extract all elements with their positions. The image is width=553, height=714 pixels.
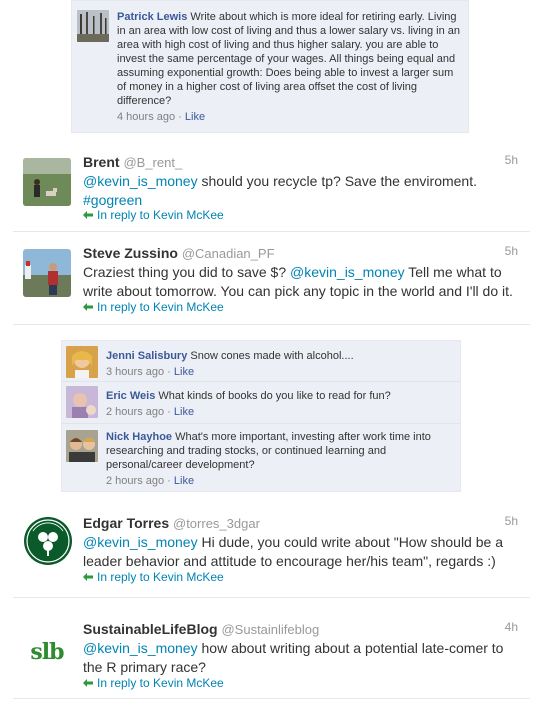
in-reply-to-label: In reply to Kevin McKee xyxy=(97,676,224,690)
tweet-header: Edgar Torres @torres_3dgar xyxy=(83,514,260,533)
avatar[interactable] xyxy=(66,430,98,462)
tweet: Brent @B_rent_ 5h @kevin_is_money should… xyxy=(0,153,530,231)
tweet-text: @kevin_is_money should you recycle tp? S… xyxy=(83,172,523,210)
avatar[interactable] xyxy=(66,386,98,418)
commenter-name[interactable]: Eric Weis xyxy=(106,390,155,402)
tweet-divider xyxy=(13,597,530,598)
tweet-author-handle[interactable]: @B_rent_ xyxy=(123,155,182,170)
comment-time: 2 hours ago xyxy=(106,475,165,487)
fb-comment-box-top: Patrick Lewis Write about which is more … xyxy=(71,0,469,133)
avatar[interactable] xyxy=(77,10,109,42)
tweet-divider xyxy=(13,324,530,325)
comment-meta: 2 hours ago · Like xyxy=(106,474,456,488)
tweet-time[interactable]: 4h xyxy=(505,620,518,634)
commenter-name[interactable]: Patrick Lewis xyxy=(117,11,187,23)
tweet-divider xyxy=(13,698,530,699)
comment-text: Write about which is more ideal for reti… xyxy=(117,11,461,107)
tweet-author-handle[interactable]: @torres_3dgar xyxy=(173,516,260,531)
in-reply-to-label: In reply to Kevin McKee xyxy=(97,300,224,314)
slb-logo: slb xyxy=(30,639,64,665)
tweet-header: Brent @B_rent_ xyxy=(83,153,182,172)
fb-comment-body: Nick Hayhoe What's more important, inves… xyxy=(106,430,456,488)
fb-comment-body: Eric Weis What kinds of books do you lik… xyxy=(106,386,456,419)
fb-comment: Patrick Lewis Write about which is more … xyxy=(77,10,465,124)
comment-meta: 4 hours ago · Like xyxy=(117,110,465,124)
tweet-header: Steve Zussino @Canadian_PF xyxy=(83,244,275,263)
fb-comment: Jenni Salisbury Snow cones made with alc… xyxy=(66,346,456,380)
comment-text: Snow cones made with alcohol.... xyxy=(190,350,354,362)
comment-separator xyxy=(62,381,460,382)
tweet-author-name[interactable]: Edgar Torres xyxy=(83,515,169,531)
comment-meta: 2 hours ago · Like xyxy=(106,405,456,419)
tweet-author-handle[interactable]: @Sustainlifeblog xyxy=(221,622,319,637)
tweet-text: Craziest thing you did to save $? @kevin… xyxy=(83,263,523,301)
like-link[interactable]: Like xyxy=(185,111,205,123)
comment-time: 2 hours ago xyxy=(106,406,165,418)
like-link[interactable]: Like xyxy=(174,366,194,378)
tweet-body-start: Craziest thing you did to save $? xyxy=(83,264,291,280)
tweet-author-name[interactable]: SustainableLifeBlog xyxy=(83,621,218,637)
commenter-name[interactable]: Nick Hayhoe xyxy=(106,431,172,443)
reply-arrow-icon xyxy=(83,573,93,581)
fb-comment: Eric Weis What kinds of books do you lik… xyxy=(66,386,456,420)
tweet-text: @kevin_is_money Hi dude, you could write… xyxy=(83,533,523,571)
mention-link[interactable]: @kevin_is_money xyxy=(83,173,198,189)
in-reply-to-label: In reply to Kevin McKee xyxy=(97,570,224,584)
tweet-divider xyxy=(13,231,530,232)
fb-comment-body: Jenni Salisbury Snow cones made with alc… xyxy=(106,346,456,379)
avatar[interactable] xyxy=(66,346,98,378)
tweet: Edgar Torres @torres_3dgar 5h @kevin_is_… xyxy=(0,514,530,592)
tweet-time[interactable]: 5h xyxy=(505,514,518,528)
reply-arrow-icon xyxy=(83,211,93,219)
tweet-author-name[interactable]: Brent xyxy=(83,154,120,170)
tweet-text: @kevin_is_money how about writing about … xyxy=(83,639,523,677)
tweet-body: should you recycle tp? Save the envirome… xyxy=(197,173,477,189)
reply-arrow-icon xyxy=(83,679,93,687)
reply-arrow-icon xyxy=(83,303,93,311)
comment-separator xyxy=(62,423,460,424)
mention-link[interactable]: @kevin_is_money xyxy=(83,640,198,656)
in-reply-to-link[interactable]: In reply to Kevin McKee xyxy=(83,208,224,223)
comment-time: 3 hours ago xyxy=(106,366,165,378)
comment-text: What kinds of books do you like to read … xyxy=(158,390,391,402)
avatar[interactable] xyxy=(23,249,71,297)
avatar[interactable] xyxy=(23,158,71,206)
meta-separator: · xyxy=(167,366,171,378)
tweet-time[interactable]: 5h xyxy=(505,153,518,167)
meta-separator: · xyxy=(167,475,171,487)
tweet-time[interactable]: 5h xyxy=(505,244,518,258)
meta-separator: · xyxy=(167,406,171,418)
avatar[interactable]: slb xyxy=(23,628,71,676)
avatar[interactable] xyxy=(23,516,73,566)
mention-link[interactable]: @kevin_is_money xyxy=(83,534,198,550)
meta-separator: · xyxy=(178,111,182,123)
tweet-author-name[interactable]: Steve Zussino xyxy=(83,245,178,261)
in-reply-to-link[interactable]: In reply to Kevin McKee xyxy=(83,300,224,315)
hashtag-link[interactable]: #gogreen xyxy=(83,192,142,208)
like-link[interactable]: Like xyxy=(174,406,194,418)
fb-comment-box: Jenni Salisbury Snow cones made with alc… xyxy=(61,340,461,492)
in-reply-to-label: In reply to Kevin McKee xyxy=(97,208,224,222)
like-link[interactable]: Like xyxy=(174,475,194,487)
tweet-author-handle[interactable]: @Canadian_PF xyxy=(182,246,275,261)
comment-time: 4 hours ago xyxy=(117,111,176,123)
tweet-header: SustainableLifeBlog @Sustainlifeblog xyxy=(83,620,319,639)
fb-comment-body: Patrick Lewis Write about which is more … xyxy=(117,10,465,124)
fb-comment: Nick Hayhoe What's more important, inves… xyxy=(66,430,456,490)
mention-link[interactable]: @kevin_is_money xyxy=(290,264,405,280)
commenter-name[interactable]: Jenni Salisbury xyxy=(106,350,187,362)
in-reply-to-link[interactable]: In reply to Kevin McKee xyxy=(83,676,224,691)
tweet: Steve Zussino @Canadian_PF 5h Craziest t… xyxy=(0,244,530,322)
tweet: slb SustainableLifeBlog @Sustainlifeblog… xyxy=(0,620,530,698)
in-reply-to-link[interactable]: In reply to Kevin McKee xyxy=(83,570,224,585)
comment-meta: 3 hours ago · Like xyxy=(106,365,456,379)
